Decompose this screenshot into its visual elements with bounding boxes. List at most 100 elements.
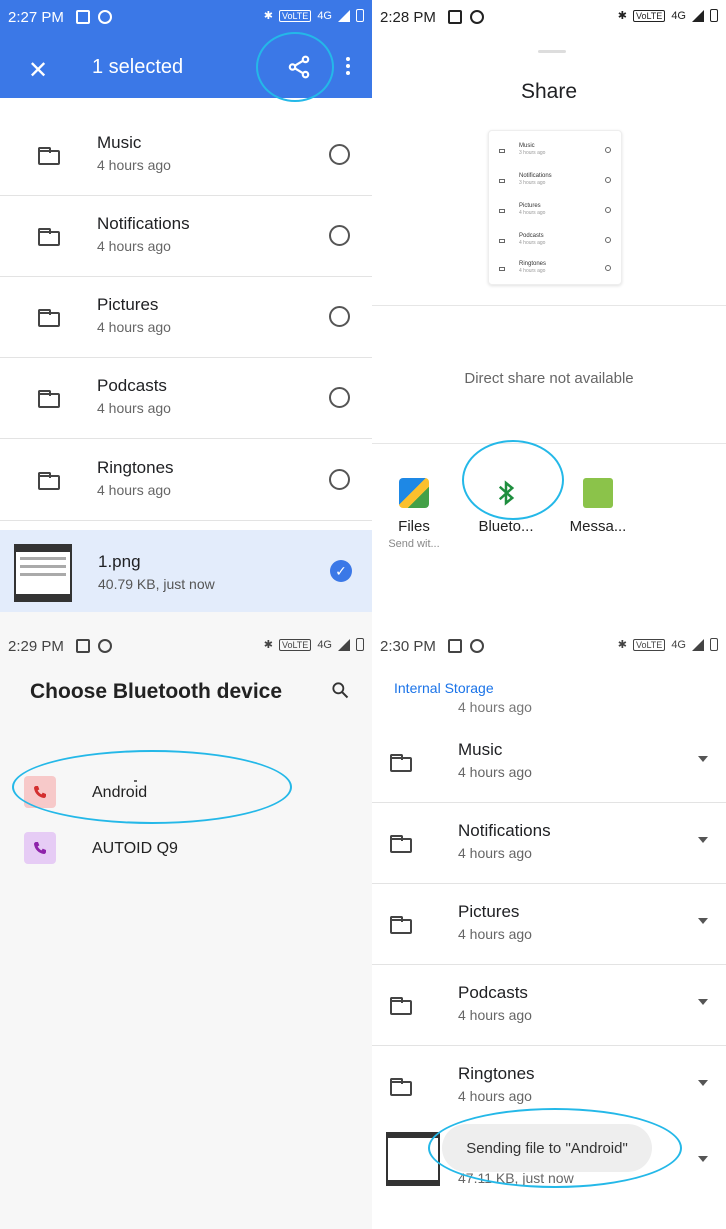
folder-icon bbox=[499, 149, 505, 153]
item-name: Pictures bbox=[458, 902, 520, 921]
preview-row: Pictures 4 hours ago bbox=[489, 197, 623, 227]
sim-icon bbox=[75, 639, 90, 653]
bluetooth-status-icon: ✱ bbox=[263, 10, 273, 22]
status-bar: 2:30 PM ✱ VoLTE 4G bbox=[372, 634, 726, 658]
folder-icon bbox=[38, 390, 60, 408]
checkmark-icon[interactable]: ✓ bbox=[330, 560, 352, 582]
list-item[interactable]: Ringtones 4 hours ago bbox=[0, 440, 372, 521]
preview-name: Music bbox=[519, 143, 535, 149]
select-radio[interactable] bbox=[329, 144, 350, 165]
share-icon[interactable] bbox=[286, 54, 312, 80]
share-target-label: Messa... bbox=[569, 518, 627, 535]
bluetooth-status-icon: ✱ bbox=[617, 10, 627, 22]
sim-icon bbox=[447, 639, 462, 653]
file-thumbnail bbox=[386, 1132, 440, 1186]
volte-badge: VoLTE bbox=[278, 9, 312, 22]
folder-icon bbox=[390, 997, 412, 1015]
radio-icon bbox=[605, 237, 611, 243]
device-item[interactable]: AUTOID Q9 bbox=[0, 818, 372, 878]
preview-name: Notifications bbox=[519, 173, 552, 179]
signal-icon bbox=[692, 9, 704, 22]
select-radio[interactable] bbox=[329, 387, 350, 408]
sheet-drag-handle[interactable] bbox=[538, 50, 566, 53]
sync-icon bbox=[469, 639, 484, 653]
list-item[interactable]: Music 4 hours ago bbox=[372, 722, 726, 803]
preview-row: Music 3 hours ago bbox=[489, 137, 623, 167]
folder-icon bbox=[499, 239, 505, 243]
selected-file-row[interactable]: 1.png 40.79 KB, just now ✓ bbox=[0, 530, 372, 612]
selection-app-bar: 2:27 PM ✱ VoLTE 4G ✕ 1 selected bbox=[0, 0, 372, 98]
panel-sending-file: 2:30 PM ✱ VoLTE 4G Internal Storage 4 ho… bbox=[372, 612, 726, 1229]
item-date: 4 hours ago bbox=[97, 238, 171, 254]
device-name: AUTOID Q9 bbox=[92, 840, 178, 857]
status-right-icons: ✱ VoLTE 4G bbox=[264, 9, 364, 22]
volte-badge: VoLTE bbox=[278, 638, 312, 651]
preview-date: 4 hours ago bbox=[519, 268, 546, 274]
share-target-messages[interactable]: Messa... bbox=[558, 470, 638, 535]
network-type: 4G bbox=[317, 9, 332, 22]
close-icon[interactable]: ✕ bbox=[28, 56, 48, 85]
chevron-down-icon[interactable] bbox=[698, 999, 708, 1005]
share-target-files[interactable]: Files Send wit... bbox=[374, 470, 454, 550]
select-radio[interactable] bbox=[329, 469, 350, 490]
list-item[interactable]: Notifications 4 hours ago bbox=[0, 196, 372, 277]
folder-icon bbox=[38, 147, 60, 165]
device-item[interactable]: Android bbox=[0, 762, 372, 822]
preview-date: 3 hours ago bbox=[519, 180, 546, 186]
chevron-down-icon[interactable] bbox=[698, 1156, 708, 1162]
folder-icon bbox=[38, 228, 60, 246]
status-right-icons: ✱ VoLTE 4G bbox=[264, 638, 364, 651]
item-name: Podcasts bbox=[458, 983, 528, 1002]
breadcrumb[interactable]: Internal Storage bbox=[394, 680, 494, 696]
chevron-down-icon[interactable] bbox=[698, 918, 708, 924]
list-item[interactable]: Pictures 4 hours ago bbox=[0, 277, 372, 358]
chevron-down-icon[interactable] bbox=[698, 1080, 708, 1086]
signal-icon bbox=[338, 9, 350, 22]
signal-icon bbox=[338, 638, 350, 651]
list-item[interactable]: Podcasts 4 hours ago bbox=[0, 358, 372, 439]
select-radio[interactable] bbox=[329, 225, 350, 246]
preview-date: 3 hours ago bbox=[519, 150, 546, 156]
panel-file-selection: 2:27 PM ✱ VoLTE 4G ✕ 1 selected Music 4 … bbox=[0, 0, 372, 612]
radio-icon bbox=[605, 207, 611, 213]
share-target-label: Blueto... bbox=[478, 518, 534, 535]
item-date: 4 hours ago bbox=[97, 319, 171, 335]
folder-icon bbox=[499, 209, 505, 213]
item-date: 4 hours ago bbox=[458, 1007, 532, 1023]
select-radio[interactable] bbox=[329, 306, 350, 327]
sim-icon bbox=[447, 10, 462, 24]
phone-icon bbox=[24, 832, 56, 864]
item-name: 1.png bbox=[98, 552, 141, 571]
share-target-bluetooth[interactable]: Blueto... bbox=[466, 470, 546, 535]
preview-row: Notifications 3 hours ago bbox=[489, 167, 623, 197]
radio-icon bbox=[605, 265, 611, 271]
chevron-down-icon[interactable] bbox=[698, 756, 708, 762]
preview-date: 4 hours ago bbox=[519, 240, 546, 246]
status-right-icons: ✱ VoLTE 4G bbox=[618, 638, 718, 651]
item-date: 4 hours ago bbox=[97, 157, 171, 173]
list-item[interactable]: Music 4 hours ago bbox=[0, 115, 372, 196]
chevron-down-icon[interactable] bbox=[698, 837, 708, 843]
messages-app-icon bbox=[583, 478, 613, 508]
preview-name: Podcasts bbox=[519, 233, 544, 239]
bluetooth-status-icon: ✱ bbox=[263, 639, 273, 651]
panel-share-sheet: 2:28 PM ✱ VoLTE 4G Share Music 3 hours ag… bbox=[372, 0, 726, 612]
item-name: Ringtones bbox=[97, 458, 174, 477]
list-item[interactable]: Podcasts 4 hours ago bbox=[372, 965, 726, 1046]
preview-name: Pictures bbox=[519, 203, 541, 209]
status-time: 2:28 PM bbox=[380, 8, 436, 26]
more-options-icon[interactable] bbox=[344, 55, 352, 77]
preview-row: Ringtones 4 hours ago bbox=[489, 255, 623, 285]
status-time: 2:30 PM bbox=[380, 637, 436, 655]
search-icon[interactable] bbox=[330, 680, 350, 700]
share-target-sublabel: Send wit... bbox=[388, 538, 440, 550]
list-item[interactable]: Notifications 4 hours ago bbox=[372, 803, 726, 884]
item-date: 4 hours ago bbox=[97, 400, 171, 416]
list-item[interactable]: Ringtones 4 hours ago bbox=[372, 1046, 726, 1127]
list-item[interactable]: Pictures 4 hours ago bbox=[372, 884, 726, 965]
item-name: Podcasts bbox=[97, 376, 167, 395]
status-right-icons: ✱ VoLTE 4G bbox=[618, 9, 718, 22]
network-type: 4G bbox=[671, 638, 686, 651]
radio-icon bbox=[605, 177, 611, 183]
item-name: Ringtones bbox=[458, 1064, 535, 1083]
